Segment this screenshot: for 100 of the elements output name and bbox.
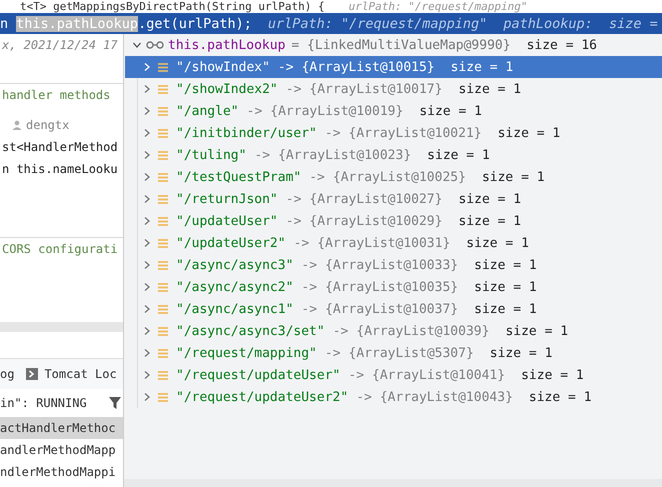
tree-row[interactable]: "/async/async3" -> {ArrayList@10033} size = 1 bbox=[125, 254, 662, 276]
list-icon bbox=[158, 62, 168, 72]
list-icon bbox=[158, 172, 168, 182]
tree-row[interactable]: "/initbinder/user" -> {ArrayList@10021} size = 1 bbox=[125, 122, 662, 144]
doc-comment: handler methods bbox=[2, 88, 110, 102]
chevron-icon[interactable] bbox=[132, 40, 142, 50]
tree-row[interactable]: "/updateUser" -> {ArrayList@10029} size = 1 bbox=[125, 210, 662, 232]
size-label: size = 1 bbox=[466, 236, 529, 250]
size-label: size = 1 bbox=[427, 148, 490, 162]
object-ref: {ArrayList@10039} bbox=[356, 324, 490, 338]
size-label: size = 1 bbox=[458, 214, 522, 228]
person-icon bbox=[12, 120, 22, 130]
map-key: "/angle" bbox=[176, 104, 239, 118]
size-label: size = 1 bbox=[505, 324, 568, 338]
inlay-hint: x, 2021/12/24 17 bbox=[2, 38, 118, 52]
code-highlight: this.pathLookup bbox=[16, 16, 138, 32]
status-text: in": RUNNING bbox=[0, 396, 87, 410]
arrow-text: -> bbox=[246, 104, 262, 118]
arrow-text: -> bbox=[348, 368, 364, 382]
map-key: "/tuling" bbox=[176, 148, 246, 162]
arrow-text: -> bbox=[301, 280, 318, 294]
map-key: "/async/async2" bbox=[176, 280, 294, 294]
tree-row[interactable]: "/returnJson" -> {ArrayList@10027} size = 1 bbox=[125, 188, 662, 210]
doc-comment: CORS configurati bbox=[2, 242, 118, 256]
tree-row[interactable]: "/request/updateUser2" -> {ArrayList@10043} size = 1 bbox=[125, 386, 662, 408]
list-icon bbox=[158, 282, 168, 292]
tree-row[interactable]: "/showIndex2" -> {ArrayList@10017} size = 1 bbox=[125, 78, 662, 100]
object-ref: {ArrayList@10029} bbox=[309, 214, 442, 228]
map-key: "/returnJson" bbox=[176, 192, 278, 206]
object-ref: {ArrayList@10015} bbox=[302, 60, 435, 74]
chevron-icon[interactable] bbox=[142, 238, 152, 248]
author-name: dengtx bbox=[26, 118, 70, 132]
size-label: size = 1 bbox=[528, 390, 592, 404]
tree-row[interactable]: "/async/async3/set" -> {ArrayList@10039} size = 1 bbox=[125, 320, 662, 342]
map-key: "/updateUser" bbox=[176, 214, 278, 228]
list-icon bbox=[158, 194, 168, 204]
object-ref: {ArrayList@10021} bbox=[348, 126, 482, 140]
chevron-icon[interactable] bbox=[142, 106, 152, 116]
chevron-icon[interactable] bbox=[142, 62, 152, 72]
tree-row[interactable]: "/request/mapping" -> {ArrayList@5307} size = 1 bbox=[125, 342, 662, 364]
tree-row[interactable]: "/async/async1" -> {ArrayList@10037} size = 1 bbox=[125, 298, 662, 320]
chevron-icon[interactable] bbox=[142, 150, 152, 160]
arrow-text: -> bbox=[301, 258, 318, 272]
stack-frame[interactable]: actHandlerMethoc bbox=[0, 417, 123, 439]
size-label: size = 1 bbox=[521, 368, 584, 382]
inline-hint: pathLookup: size = bbox=[503, 16, 658, 32]
size-label: size = 1 bbox=[490, 346, 552, 360]
tree-row[interactable]: "/tuling" -> {ArrayList@10023} size = 1 bbox=[125, 144, 662, 166]
arrow-text: -> bbox=[294, 236, 310, 250]
chevron-icon[interactable] bbox=[142, 172, 152, 182]
size-label: size = 1 bbox=[419, 104, 482, 118]
size-label: size = 16 bbox=[526, 38, 598, 52]
object-ref: {ArrayList@10027} bbox=[309, 192, 442, 206]
chevron-icon[interactable] bbox=[142, 370, 152, 380]
chevron-icon[interactable] bbox=[142, 84, 152, 94]
list-icon bbox=[158, 128, 168, 138]
arrow-text: -> bbox=[324, 126, 341, 140]
map-key: "/showIndex" bbox=[176, 60, 270, 74]
stack-frame[interactable]: andlerMethodMapp bbox=[0, 439, 123, 461]
size-label: size = 1 bbox=[458, 82, 522, 96]
list-icon bbox=[158, 326, 168, 336]
filter-icon[interactable] bbox=[109, 397, 121, 409]
arrow-text: -> bbox=[278, 60, 294, 74]
chevron-icon[interactable] bbox=[142, 216, 152, 226]
tree-row[interactable]: "/request/updateUser" -> {ArrayList@10041} size = 1 bbox=[125, 364, 662, 386]
arrow-text: -> bbox=[324, 346, 341, 360]
size-label: size = 1 bbox=[482, 170, 545, 184]
size-label: size = 1 bbox=[450, 60, 514, 74]
tree-row[interactable]: "/angle" -> {ArrayList@10019} size = 1 bbox=[125, 100, 662, 122]
code-text: .get(urlPath); bbox=[138, 16, 252, 32]
object-ref: {ArrayList@10037} bbox=[325, 302, 458, 316]
scrollbar-track[interactable] bbox=[124, 479, 662, 487]
size-label: size = 1 bbox=[498, 126, 560, 140]
console-tab[interactable]: Tomcat Loc bbox=[26, 367, 117, 381]
chevron-icon[interactable] bbox=[142, 304, 152, 314]
map-key: "/updateUser2" bbox=[176, 236, 286, 250]
stack-frame[interactable]: ndlerMethodMappi bbox=[0, 461, 123, 483]
list-icon bbox=[158, 392, 168, 402]
chevron-icon[interactable] bbox=[142, 260, 152, 270]
tree-row[interactable]: "/showIndex" -> {ArrayList@10015} size = 1 bbox=[125, 56, 662, 78]
list-icon bbox=[158, 304, 168, 314]
chevron-icon[interactable] bbox=[142, 128, 152, 138]
chevron-icon[interactable] bbox=[142, 348, 152, 358]
map-key: "/async/async3" bbox=[176, 258, 294, 272]
chevron-icon[interactable] bbox=[142, 194, 152, 204]
map-key: "/request/updateUser2" bbox=[176, 390, 348, 404]
variable-name: this.pathLookup bbox=[168, 38, 286, 52]
chevron-icon[interactable] bbox=[142, 326, 152, 336]
console-tab[interactable]: og bbox=[0, 367, 14, 381]
map-key: "/initbinder/user" bbox=[176, 126, 317, 140]
tree-row[interactable]: "/async/async2" -> {ArrayList@10035} size = 1 bbox=[125, 276, 662, 298]
size-label: size = 1 bbox=[458, 192, 522, 206]
chevron-icon[interactable] bbox=[142, 282, 152, 292]
object-ref: {ArrayList@10035} bbox=[325, 280, 458, 294]
tree-row[interactable]: "/updateUser2" -> {ArrayList@10031} size = 1 bbox=[125, 232, 662, 254]
chevron-icon[interactable] bbox=[142, 392, 152, 402]
list-icon bbox=[158, 106, 168, 116]
map-key: "/async/async1" bbox=[176, 302, 294, 316]
tree-row[interactable]: "/testQuestPram" -> {ArrayList@10025} size = 1 bbox=[125, 166, 662, 188]
code-line: n this.nameLooku bbox=[2, 162, 118, 176]
